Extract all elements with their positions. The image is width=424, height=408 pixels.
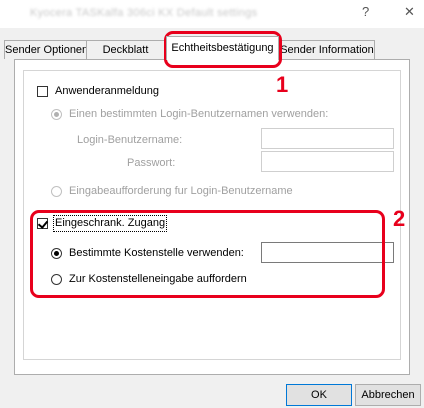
user-login-label: Anwenderanmeldung bbox=[55, 85, 159, 97]
tab-strip: Sender Optionen Deckblatt Echtheitsbestä… bbox=[0, 36, 424, 60]
prompt-login-radio[interactable] bbox=[51, 186, 62, 197]
window-title: Kyocera TASKalfa 306ci KX Default settin… bbox=[30, 7, 258, 19]
callout-number-1: 1 bbox=[276, 72, 289, 97]
use-specific-name-radio[interactable] bbox=[51, 109, 62, 120]
close-icon[interactable]: ✕ bbox=[404, 4, 415, 20]
tab-echtheitsbestaetigung[interactable]: Echtheitsbestätigung bbox=[166, 36, 279, 60]
tab-deckblatt[interactable]: Deckblatt bbox=[86, 40, 165, 59]
tab-sender-optionen[interactable]: Sender Optionen bbox=[4, 40, 88, 59]
password-label: Passwort: bbox=[127, 157, 176, 169]
help-icon[interactable]: ? bbox=[362, 4, 369, 19]
use-specific-name-label: Einen bestimmten Login-Benutzernamen ver… bbox=[69, 108, 329, 120]
tab-sender-information[interactable]: Sender Information bbox=[279, 40, 375, 59]
login-name-input[interactable] bbox=[261, 128, 394, 149]
login-name-label: Login-Benutzername: bbox=[77, 134, 183, 146]
ok-button[interactable]: OK bbox=[286, 384, 352, 406]
password-input[interactable] bbox=[261, 151, 394, 172]
callout-number-2: 2 bbox=[393, 206, 406, 231]
user-login-checkbox[interactable] bbox=[37, 86, 48, 97]
restricted-highlight-box bbox=[30, 210, 385, 298]
prompt-login-label: Eingabeaufforderung fur Login-Benutzerna… bbox=[69, 185, 293, 197]
title-bar: Kyocera TASKalfa 306ci KX Default settin… bbox=[0, 0, 424, 28]
cancel-button[interactable]: Abbrechen bbox=[355, 384, 421, 406]
